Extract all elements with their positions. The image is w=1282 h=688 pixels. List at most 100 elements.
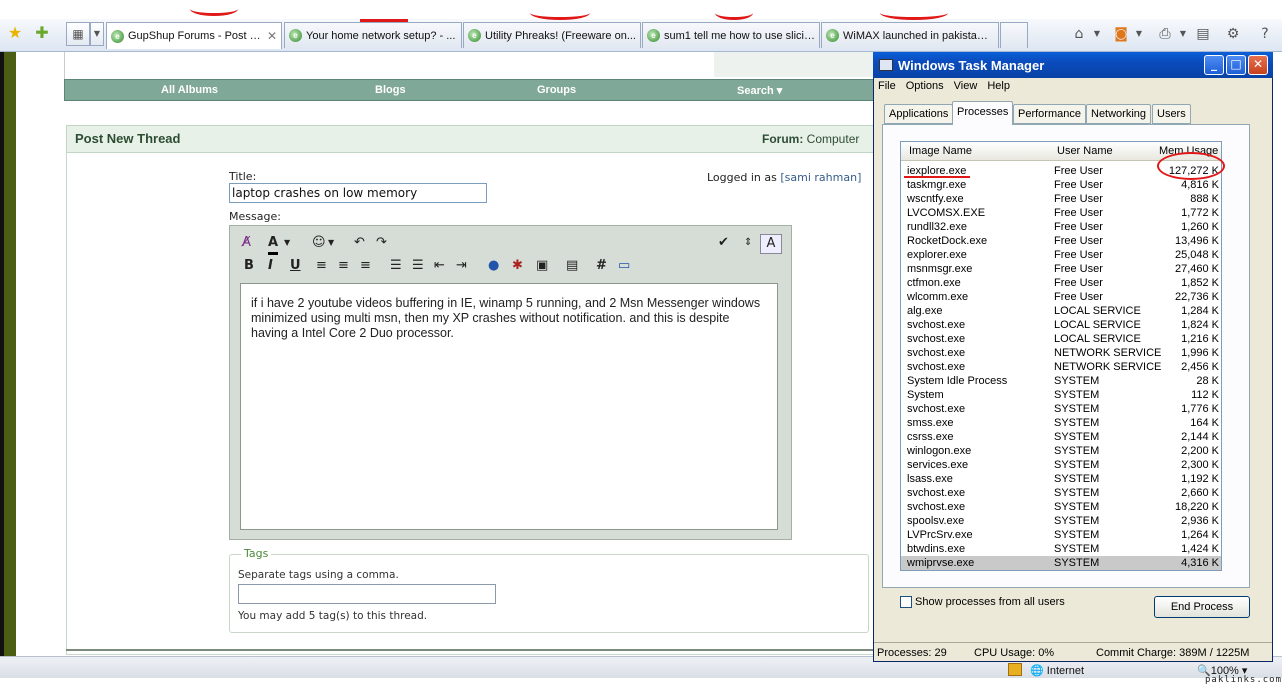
process-row[interactable]: spoolsv.exe SYSTEM 2,936 K xyxy=(901,514,1221,528)
process-row[interactable]: wscntfy.exe Free User 888 K xyxy=(901,192,1221,206)
process-row[interactable]: smss.exe SYSTEM 164 K xyxy=(901,416,1221,430)
html-icon[interactable]: ▭ xyxy=(618,257,630,275)
process-row[interactable]: taskmgr.exe Free User 4,816 K xyxy=(901,178,1221,192)
font-color-icon[interactable]: A xyxy=(268,234,279,255)
tab-applications[interactable]: Applications xyxy=(884,104,954,124)
tags-input[interactable] xyxy=(238,584,496,604)
nav-blogs[interactable]: Blogs xyxy=(375,84,406,96)
new-tab-button[interactable] xyxy=(1000,22,1028,48)
tab-networking[interactable]: Networking xyxy=(1086,104,1152,124)
nav-search[interactable]: Search ▾ xyxy=(737,84,782,97)
align-right-icon[interactable]: ≡ xyxy=(360,257,371,275)
column-user-name[interactable]: User Name xyxy=(1057,145,1113,157)
insert-image-icon[interactable]: ▣ xyxy=(536,257,548,275)
tab-users[interactable]: Users xyxy=(1152,104,1191,124)
align-left-icon[interactable]: ≡ xyxy=(316,257,327,275)
tab-performance[interactable]: Performance xyxy=(1013,104,1086,124)
chevron-down-icon[interactable]: ▼ xyxy=(284,234,290,252)
minimize-button[interactable]: _ xyxy=(1204,55,1224,75)
process-row[interactable]: svchost.exe SYSTEM 2,660 K xyxy=(901,486,1221,500)
user-link[interactable]: [sami rahman] xyxy=(780,171,861,184)
underline-icon[interactable]: U xyxy=(290,257,301,275)
menu-help[interactable]: Help xyxy=(987,80,1010,92)
process-row[interactable]: ctfmon.exe Free User 1,852 K xyxy=(901,276,1221,290)
process-row[interactable]: svchost.exe NETWORK SERVICE 1,996 K xyxy=(901,346,1221,360)
process-row[interactable]: LVPrcSrv.exe SYSTEM 1,264 K xyxy=(901,528,1221,542)
close-tab-icon[interactable]: ✕ xyxy=(267,29,277,43)
maximize-button[interactable]: □ xyxy=(1226,55,1246,75)
align-center-icon[interactable]: ≡ xyxy=(338,257,349,275)
show-all-processes-checkbox[interactable]: Show processes from all users xyxy=(900,596,1065,608)
process-row[interactable]: svchost.exe SYSTEM 1,776 K xyxy=(901,402,1221,416)
tools-gear-icon[interactable]: ⚙ xyxy=(1222,24,1244,44)
quick-tabs-icon[interactable]: ▦ xyxy=(66,22,90,46)
chevron-down-icon[interactable]: ▼ xyxy=(1178,24,1188,44)
process-row[interactable]: System Idle Process SYSTEM 28 K xyxy=(901,374,1221,388)
browser-tab-home-network[interactable]: e Your home network setup? - ... xyxy=(284,22,462,48)
help-icon[interactable]: ? xyxy=(1254,24,1276,44)
nav-all-albums[interactable]: All Albums xyxy=(161,84,218,96)
page-menu-icon[interactable]: ▤ xyxy=(1192,24,1214,44)
checkbox-box[interactable] xyxy=(900,596,912,608)
remove-format-icon[interactable]: A̸ xyxy=(242,234,251,252)
close-button[interactable]: ✕ xyxy=(1248,55,1268,75)
tab-processes[interactable]: Processes xyxy=(952,101,1014,125)
menu-options[interactable]: Options xyxy=(906,80,944,92)
process-row[interactable]: lsass.exe SYSTEM 1,192 K xyxy=(901,472,1221,486)
favorites-star-icon[interactable]: ★ xyxy=(6,24,24,42)
browser-tab-slicing[interactable]: e sum1 tell me how to use slicin... xyxy=(642,22,820,48)
process-row[interactable]: svchost.exe NETWORK SERVICE 2,456 K xyxy=(901,360,1221,374)
browser-tab-utility-phreaks[interactable]: e Utility Phreaks! (Freeware on... xyxy=(463,22,641,48)
quote-icon[interactable]: ▤ xyxy=(566,257,578,275)
process-row[interactable]: rundll32.exe Free User 1,260 K xyxy=(901,220,1221,234)
message-textarea[interactable]: if i have 2 youtube videos buffering in … xyxy=(240,283,778,530)
browser-tab-wimax[interactable]: e WiMAX launched in pakistan -... xyxy=(821,22,999,48)
chevron-down-icon[interactable]: ▼ xyxy=(328,234,334,252)
end-process-button[interactable]: End Process xyxy=(1154,596,1250,618)
resize-icon[interactable]: ⇕ xyxy=(744,234,752,252)
process-row[interactable]: RocketDock.exe Free User 13,496 K xyxy=(901,234,1221,248)
nav-groups[interactable]: Groups xyxy=(537,84,576,96)
process-row[interactable]: svchost.exe LOCAL SERVICE 1,824 K xyxy=(901,318,1221,332)
redo-icon[interactable]: ↷ xyxy=(376,234,387,252)
process-row[interactable]: svchost.exe LOCAL SERVICE 1,216 K xyxy=(901,332,1221,346)
process-row[interactable]: msnmsgr.exe Free User 27,460 K xyxy=(901,262,1221,276)
process-row[interactable]: services.exe SYSTEM 2,300 K xyxy=(901,458,1221,472)
switch-editor-mode-icon[interactable]: A xyxy=(760,234,782,254)
process-row[interactable]: svchost.exe SYSTEM 18,220 K xyxy=(901,500,1221,514)
process-row[interactable]: System SYSTEM 112 K xyxy=(901,388,1221,402)
bold-icon[interactable]: B xyxy=(244,257,254,275)
process-row[interactable]: csrss.exe SYSTEM 2,144 K xyxy=(901,430,1221,444)
menu-file[interactable]: File xyxy=(878,80,896,92)
browser-tab-gupshup[interactable]: e GupShup Forums - Post N... ✕ xyxy=(106,22,282,49)
process-row[interactable]: alg.exe LOCAL SERVICE 1,284 K xyxy=(901,304,1221,318)
insert-link-icon[interactable]: ● xyxy=(488,257,499,275)
smilies-icon[interactable]: ☺ xyxy=(312,234,326,252)
process-row[interactable]: wlcomm.exe Free User 22,736 K xyxy=(901,290,1221,304)
outdent-icon[interactable]: ⇤ xyxy=(434,257,445,275)
process-list[interactable]: Image Name User Name Mem Usage iexplore.… xyxy=(900,141,1222,571)
process-row[interactable]: winlogon.exe SYSTEM 2,200 K xyxy=(901,444,1221,458)
spellcheck-icon[interactable]: ✔ xyxy=(718,234,729,252)
title-input[interactable]: laptop crashes on low memory xyxy=(229,183,487,203)
add-favorites-icon[interactable]: ✚ xyxy=(33,24,51,42)
feeds-icon[interactable]: ◙ xyxy=(1110,24,1132,44)
remove-link-icon[interactable]: ✱ xyxy=(512,257,523,275)
ordered-list-icon[interactable]: ☰ xyxy=(390,257,402,275)
chevron-down-icon[interactable]: ▼ xyxy=(1092,24,1102,44)
print-icon[interactable]: ⎙ xyxy=(1154,24,1176,44)
column-image-name[interactable]: Image Name xyxy=(909,145,972,157)
process-row[interactable]: explorer.exe Free User 25,048 K xyxy=(901,248,1221,262)
undo-icon[interactable]: ↶ xyxy=(354,234,365,252)
indent-icon[interactable]: ⇥ xyxy=(456,257,467,275)
tab-list-chevron-down-icon[interactable]: ▼ xyxy=(90,22,104,46)
process-row[interactable]: LVCOMSX.EXE Free User 1,772 K xyxy=(901,206,1221,220)
italic-icon[interactable]: I xyxy=(268,257,273,275)
menu-view[interactable]: View xyxy=(954,80,978,92)
forum-name[interactable]: Computer xyxy=(807,132,860,146)
unordered-list-icon[interactable]: ☰ xyxy=(412,257,424,275)
chevron-down-icon[interactable]: ▼ xyxy=(1134,24,1144,44)
process-row[interactable]: btwdins.exe SYSTEM 1,424 K xyxy=(901,542,1221,556)
code-hash-icon[interactable]: # xyxy=(596,257,607,275)
process-row[interactable]: wmiprvse.exe SYSTEM 4,316 K xyxy=(901,556,1221,570)
